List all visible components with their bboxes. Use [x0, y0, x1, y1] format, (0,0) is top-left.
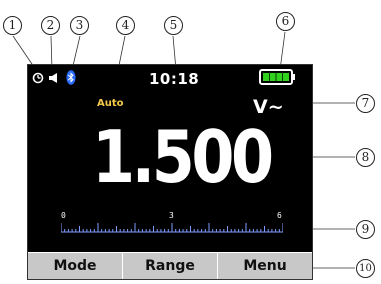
callout-2: 2: [41, 16, 60, 35]
callout-6: 6: [276, 12, 295, 31]
callout-10: 10: [356, 259, 375, 278]
softkey-bar: Mode Range Menu: [28, 252, 312, 279]
callout-4: 4: [116, 16, 135, 35]
analog-bargraph: [61, 223, 283, 233]
callout-9: 9: [356, 220, 375, 239]
menu-button[interactable]: Menu: [218, 253, 312, 279]
speaker-icon: [49, 73, 57, 83]
callout-5: 5: [164, 16, 183, 35]
callout-7: 7: [356, 94, 375, 113]
callout-1: 1: [3, 16, 22, 35]
main-reading: 1.500: [92, 115, 274, 199]
callout-8: 8: [356, 148, 375, 167]
bluetooth-icon: [66, 70, 76, 85]
auto-power-off-icon: [32, 72, 44, 84]
range-button[interactable]: Range: [123, 253, 218, 279]
mode-button[interactable]: Mode: [28, 253, 123, 279]
bargraph-label-mid: 3: [169, 211, 174, 220]
clock-time: 10:18: [149, 70, 200, 88]
callout-3: 3: [70, 16, 89, 35]
battery-icon: [259, 69, 295, 85]
bargraph-label-min: 0: [61, 211, 66, 220]
meter-screen: 10:18 Auto V~ 1.500 0 3 6 Mode Range Men…: [27, 64, 313, 280]
bargraph-label-max: 6: [277, 211, 282, 220]
range-mode-label: Auto: [97, 98, 124, 109]
